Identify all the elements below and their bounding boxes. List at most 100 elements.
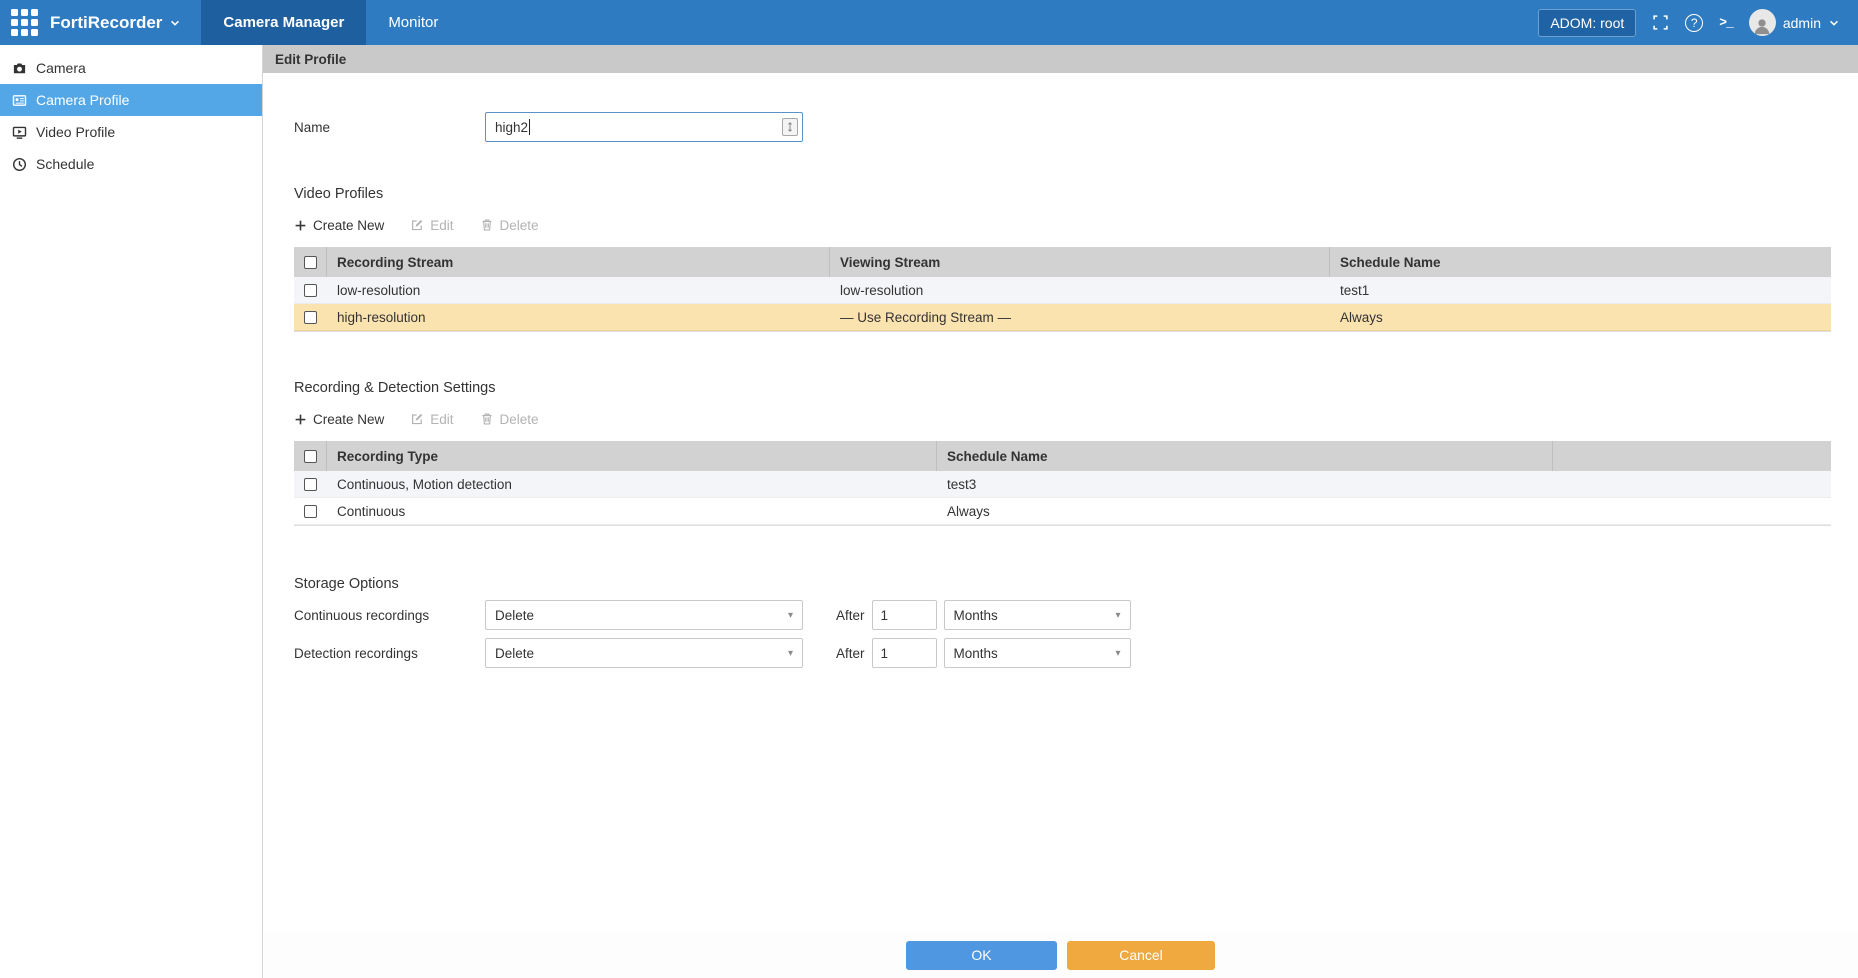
sidebar: Camera Camera Profile Video Profile Sche… [0,45,263,978]
video-profiles-table: Recording Stream Viewing Stream Schedule… [294,247,1831,332]
delete-button[interactable]: Delete [480,412,539,427]
page-title: Edit Profile [263,45,1858,73]
detection-after-input[interactable] [872,638,937,668]
schedule-name-cell: Always [1330,310,1831,325]
sidebar-item-schedule[interactable]: Schedule [0,148,262,180]
profile-name-input[interactable]: high2 [485,112,803,142]
selected-value: Months [954,608,998,623]
edit-button[interactable]: Edit [410,412,453,427]
chevron-down-icon: ▾ [788,648,793,659]
user-menu[interactable]: admin [1749,9,1840,36]
detection-recordings-row: Detection recordings Delete ▾ After Mont… [294,638,1831,668]
edit-icon [410,412,424,426]
row-checkbox[interactable] [304,505,317,518]
fullscreen-icon[interactable] [1652,14,1669,31]
trash-icon [480,218,494,232]
username: admin [1783,15,1821,31]
recording-setting-row[interactable]: Continuous, Motion detection test3 [294,471,1831,498]
top-tabs: Camera Manager Monitor [201,0,460,45]
input-hint-icon [782,118,798,136]
selected-value: Months [954,646,998,661]
ok-button[interactable]: OK [906,941,1057,970]
selected-value: Delete [495,646,534,661]
column-header-empty [1553,441,1831,471]
name-label: Name [294,120,485,135]
chevron-down-icon: ▾ [788,610,793,621]
product-menu[interactable]: FortiRecorder [48,0,201,45]
main-panel: Edit Profile Name high2 Video Profiles [263,45,1858,978]
recording-type-cell: Continuous, Motion detection [327,477,937,492]
recording-settings-toolbar: Create New Edit Delete [294,409,1831,429]
delete-label: Delete [500,218,539,233]
column-header: Recording Type [327,441,937,471]
column-header: Recording Stream [327,247,830,277]
continuous-recordings-row: Continuous recordings Delete ▾ After Mon… [294,600,1831,630]
tab-camera-manager[interactable]: Camera Manager [201,0,366,45]
sidebar-item-label: Camera Profile [36,92,129,108]
sidebar-item-label: Schedule [36,156,94,172]
detection-unit-select[interactable]: Months ▾ [944,638,1131,668]
edit-label: Edit [430,218,453,233]
camera-icon [12,61,27,76]
plus-icon [294,219,307,232]
row-checkbox[interactable] [304,478,317,491]
clock-icon [12,157,27,172]
row-checkbox[interactable] [304,284,317,297]
form-footer: OK Cancel [263,932,1858,978]
detection-action-select[interactable]: Delete ▾ [485,638,803,668]
edit-icon [410,218,424,232]
content: Name high2 Video Profiles Create New [263,73,1858,932]
help-icon[interactable]: ? [1685,14,1703,32]
chevron-down-icon: ▾ [1115,648,1120,659]
text-caret [529,119,530,135]
sidebar-item-camera-profile[interactable]: Camera Profile [0,84,262,116]
selected-value: Delete [495,608,534,623]
delete-label: Delete [500,412,539,427]
video-profiles-toolbar: Create New Edit Delete [294,215,1831,235]
recording-settings-title: Recording & Detection Settings [294,380,1831,396]
recording-setting-row[interactable]: Continuous Always [294,498,1831,525]
video-profile-row[interactable]: low-resolution low-resolution test1 [294,277,1831,304]
help-glyph: ? [1685,14,1703,32]
name-row: Name high2 [294,112,1831,142]
topbar: FortiRecorder Camera Manager Monitor ADO… [0,0,1858,45]
table-header-row: Recording Type Schedule Name [294,441,1831,471]
video-profile-icon [12,125,27,140]
adom-badge[interactable]: ADOM: root [1538,9,1636,37]
row-checkbox[interactable] [304,311,317,324]
delete-button[interactable]: Delete [480,218,539,233]
edit-button[interactable]: Edit [410,218,453,233]
create-new-button[interactable]: Create New [294,412,384,427]
select-all-checkbox[interactable] [304,450,317,463]
create-new-button[interactable]: Create New [294,218,384,233]
profile-name-value: high2 [495,120,528,135]
avatar [1749,9,1776,36]
continuous-unit-select[interactable]: Months ▾ [944,600,1131,630]
table-header-row: Recording Stream Viewing Stream Schedule… [294,247,1831,277]
viewing-stream-cell: — Use Recording Stream — [830,310,1330,325]
sidebar-item-video-profile[interactable]: Video Profile [0,116,262,148]
chevron-down-icon [1828,17,1840,29]
topbar-right: ADOM: root ? >_ admin [1538,0,1858,45]
video-profile-row[interactable]: high-resolution — Use Recording Stream —… [294,304,1831,331]
apps-grid-icon[interactable] [0,0,48,45]
viewing-stream-cell: low-resolution [830,283,1330,298]
continuous-after-input[interactable] [872,600,937,630]
continuous-action-select[interactable]: Delete ▾ [485,600,803,630]
sidebar-item-label: Camera [36,60,86,76]
product-name: FortiRecorder [50,13,162,33]
recording-stream-cell: low-resolution [327,283,830,298]
detection-recordings-label: Detection recordings [294,646,485,661]
create-new-label: Create New [313,218,384,233]
chevron-down-icon [169,17,181,29]
column-header: Schedule Name [937,441,1553,471]
after-label: After [836,608,865,623]
camera-profile-icon [12,93,27,108]
cancel-button[interactable]: Cancel [1067,941,1215,970]
video-profiles-title: Video Profiles [294,186,1831,202]
cli-console-icon[interactable]: >_ [1719,15,1733,30]
select-all-checkbox[interactable] [304,256,317,269]
sidebar-item-camera[interactable]: Camera [0,52,262,84]
tab-monitor[interactable]: Monitor [366,0,460,45]
continuous-recordings-label: Continuous recordings [294,608,485,623]
